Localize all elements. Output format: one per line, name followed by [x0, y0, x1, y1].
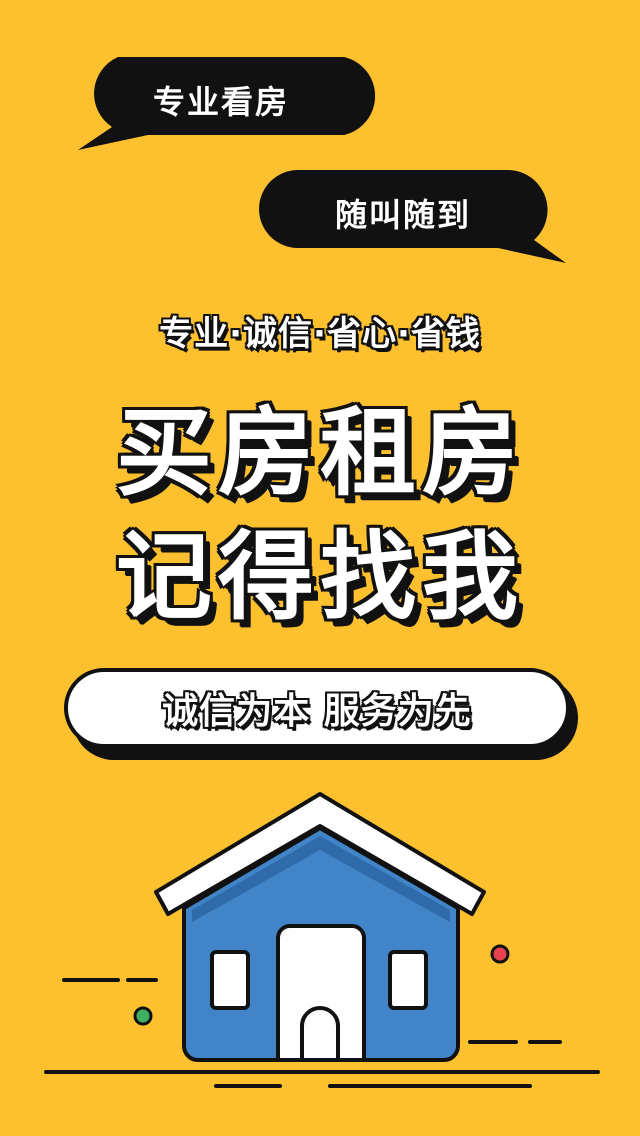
slogan-text: 诚信为本 服务为先 [162, 691, 472, 732]
headline-line-2: 记得找我 [116, 521, 524, 633]
tagline: 专业·诚信·省心·省钱 [159, 314, 481, 354]
red-dot-icon [490, 944, 510, 964]
green-dot-icon [133, 1006, 153, 1026]
window-right [388, 950, 428, 1010]
bubble-text-on-call: 随叫随到 [334, 196, 471, 234]
headline-line-1: 买房租房 [116, 397, 524, 509]
bubble-text-professional: 专业看房 [152, 83, 289, 121]
window-left [210, 950, 250, 1010]
speech-bubble-professional: 专业看房 [78, 55, 384, 155]
house-icon [44, 792, 600, 1088]
slogan-pill: 诚信为本 服务为先 [64, 668, 570, 748]
door-frame [276, 924, 366, 1062]
speech-bubble-on-call: 随叫随到 [258, 168, 568, 268]
poster: 专业看房 随叫随到 专业·诚信·省心·省钱 买房租房 记得找我 诚信为本 服务为… [0, 0, 640, 1136]
